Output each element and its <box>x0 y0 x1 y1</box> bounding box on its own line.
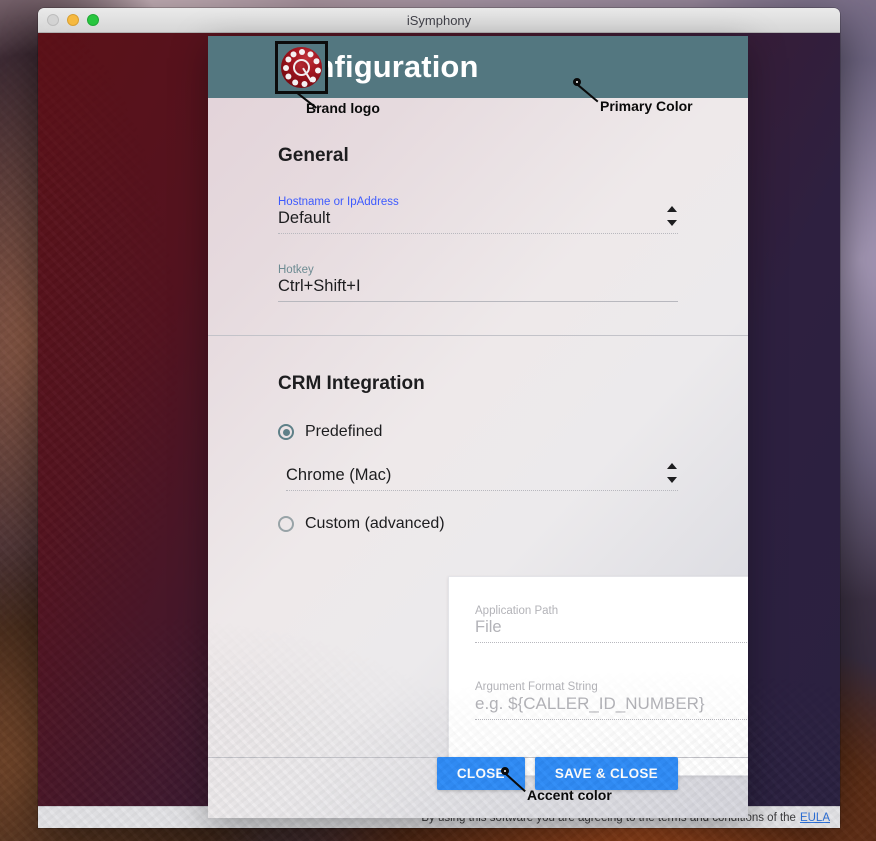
eula-link[interactable]: EULA <box>800 812 830 824</box>
annotation-dot-accent-color <box>501 767 509 775</box>
close-window-icon[interactable] <box>47 14 59 26</box>
predefined-dropdown-value[interactable]: Chrome (Mac) <box>286 466 678 491</box>
argument-format-label: Argument Format String <box>475 681 598 693</box>
general-section: General Hostname or IpAddress Default Ho… <box>208 98 748 302</box>
minimize-window-icon[interactable] <box>67 14 79 26</box>
chevron-down-icon[interactable] <box>667 220 677 226</box>
hostname-value[interactable]: Default <box>278 209 678 234</box>
app-title: iSymphony <box>406 13 472 28</box>
radio-predefined-label: Predefined <box>305 423 383 440</box>
save-and-close-button[interactable]: SAVE & CLOSE <box>534 756 678 790</box>
radio-custom[interactable]: Custom (advanced) <box>278 515 678 533</box>
dialog-body: General Hostname or IpAddress Default Ho… <box>208 98 748 818</box>
argument-format-value[interactable]: e.g. ${CALLER_ID_NUMBER} <box>475 694 748 720</box>
application-path-label: Application Path <box>475 605 559 617</box>
hotkey-value[interactable]: Ctrl+Shift+I <box>278 277 678 302</box>
predefined-dropdown[interactable]: Chrome (Mac) <box>286 463 678 491</box>
hostname-field[interactable]: Hostname or IpAddress Default <box>278 196 678 234</box>
rotary-phone-icon <box>281 47 322 88</box>
hotkey-field[interactable]: Hotkey Ctrl+Shift+I <box>278 264 678 302</box>
crm-section: CRM Integration Predefined Chrome (Mac) <box>208 336 748 533</box>
argument-format-field[interactable]: Argument Format String e.g. ${CALLER_ID_… <box>475 681 748 720</box>
app-window: iSymphony By using this software you are… <box>38 8 840 828</box>
dialog-footer: CLOSE SAVE & CLOSE <box>208 728 748 818</box>
chevron-up-icon[interactable] <box>667 206 677 212</box>
crm-heading: CRM Integration <box>278 373 425 394</box>
application-path-value[interactable]: File <box>475 618 748 643</box>
hostname-label: Hostname or IpAddress <box>278 196 399 208</box>
radio-predefined[interactable]: Predefined <box>278 423 678 441</box>
desktop-background: iSymphony By using this software you are… <box>0 0 876 841</box>
brand-logo <box>275 41 328 94</box>
traffic-light-group <box>47 14 99 26</box>
general-heading: General <box>278 145 349 166</box>
application-path-field[interactable]: Application Path File <box>475 605 748 643</box>
hotkey-label: Hotkey <box>278 264 314 276</box>
configuration-dialog: Configuration General Hostname or IpAddr… <box>208 36 748 818</box>
window-titlebar: iSymphony <box>38 8 840 33</box>
radio-predefined-indicator[interactable] <box>278 424 294 440</box>
annotation-accent-color: Accent color <box>527 787 612 803</box>
annotation-dot-primary-color <box>573 78 581 86</box>
annotation-primary-color: Primary Color <box>600 98 693 114</box>
maximize-window-icon[interactable] <box>87 14 99 26</box>
chevron-up-icon[interactable] <box>667 463 677 469</box>
predefined-dropdown-stepper[interactable] <box>666 463 678 483</box>
close-button[interactable]: CLOSE <box>436 756 525 790</box>
chevron-down-icon[interactable] <box>667 477 677 483</box>
annotation-brand-logo: Brand logo <box>306 100 380 116</box>
hostname-stepper[interactable] <box>666 206 678 226</box>
radio-custom-label: Custom (advanced) <box>305 515 445 532</box>
radio-custom-indicator[interactable] <box>278 516 294 532</box>
